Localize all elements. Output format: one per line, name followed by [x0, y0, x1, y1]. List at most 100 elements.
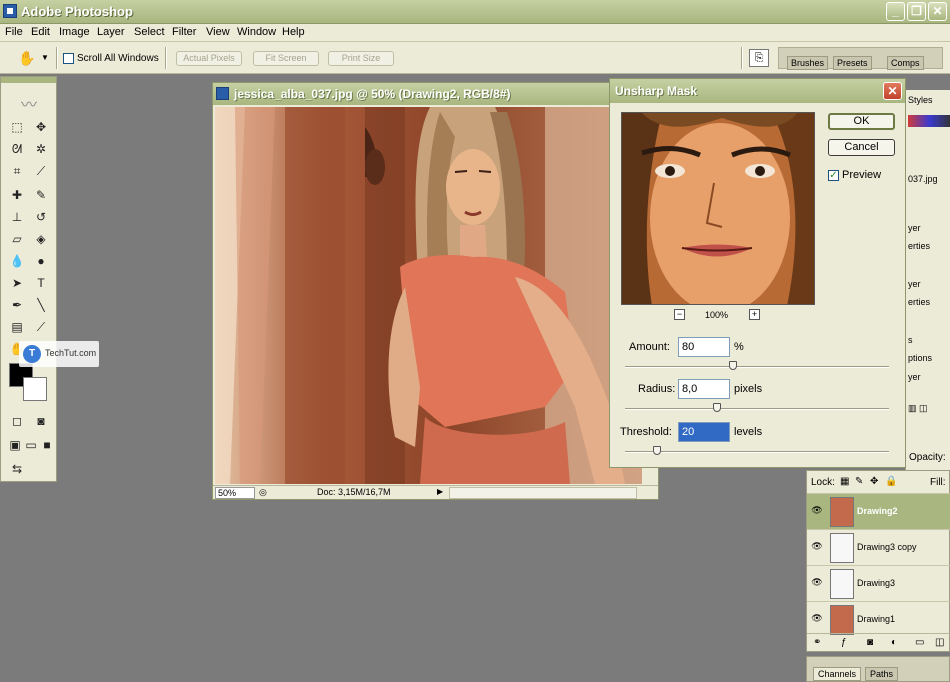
type-tool-icon[interactable]: T [31, 273, 51, 293]
paint-bucket-icon[interactable]: ◈ [31, 229, 51, 249]
menu-filter[interactable]: Filter [172, 26, 196, 38]
magic-wand-tool-icon[interactable]: ✲ [31, 139, 51, 159]
menu-window[interactable]: Window [237, 26, 276, 38]
tool-preset-dropdown-icon[interactable]: ▼ [41, 53, 49, 62]
history-brush-icon[interactable]: ↺ [31, 207, 51, 227]
status-arrow-icon[interactable]: ▶ [437, 487, 443, 496]
radius-input[interactable] [678, 379, 730, 399]
document-title-bar[interactable]: jessica_alba_037.jpg @ 50% (Drawing2, RG… [213, 83, 658, 105]
radius-slider-track[interactable] [625, 408, 889, 410]
lock-position-icon[interactable]: ✥ [870, 476, 878, 487]
zoom-out-button[interactable]: − [674, 309, 685, 320]
layer-row[interactable]: 👁 Drawing3 copy [807, 529, 950, 565]
menu-select[interactable]: Select [134, 26, 165, 38]
restore-button[interactable]: ❐ [907, 2, 926, 21]
menu-image[interactable]: Image [59, 26, 90, 38]
eraser-tool-icon[interactable]: ▱ [7, 229, 27, 249]
paths-tab[interactable]: Paths [865, 667, 899, 681]
actual-pixels-button[interactable]: Actual Pixels [176, 51, 242, 66]
status-menu-icon[interactable]: ◎ [259, 487, 267, 498]
amount-input[interactable] [678, 337, 730, 357]
screen-mode-fullscreen-icon[interactable]: ■ [37, 435, 57, 455]
brush-tool-icon[interactable]: ✎ [31, 185, 51, 205]
threshold-input[interactable] [678, 422, 730, 442]
layer-row[interactable]: 👁 Drawing1 [807, 601, 950, 637]
blur-tool-icon[interactable]: 💧 [7, 251, 27, 271]
visibility-eye-icon[interactable]: 👁 [810, 577, 824, 589]
history-item[interactable]: yer [908, 279, 921, 289]
lock-all-icon[interactable]: 🔒 [885, 476, 897, 487]
history-item[interactable]: yer [908, 223, 921, 233]
clone-stamp-icon[interactable]: ⊥ [7, 207, 27, 227]
pen-tool-icon[interactable]: ✒ [7, 295, 27, 315]
fit-screen-button[interactable]: Fit Screen [253, 51, 319, 66]
presets-tab[interactable]: Presets [833, 56, 872, 70]
slice-tool-icon[interactable]: ⟋ [31, 161, 51, 181]
preview-checkbox[interactable]: ✓ [828, 170, 839, 181]
zoom-level-field[interactable]: 50% [215, 487, 255, 499]
toolbox-grip[interactable] [1, 77, 56, 83]
adjustment-layer-icon[interactable]: ◐ [891, 637, 897, 648]
print-size-button[interactable]: Print Size [328, 51, 394, 66]
healing-brush-icon[interactable]: ✚ [7, 185, 27, 205]
amount-slider-track[interactable] [625, 366, 889, 368]
history-item[interactable]: s [908, 335, 913, 345]
notes-tool-icon[interactable]: ▤ [7, 317, 27, 337]
dialog-close-button[interactable]: ✕ [883, 82, 902, 100]
history-item[interactable]: 037.jpg [908, 174, 938, 184]
threshold-slider-thumb[interactable] [652, 446, 661, 455]
layer-style-icon[interactable]: ƒ [841, 637, 847, 648]
comps-tab[interactable]: Comps [887, 56, 924, 70]
dodge-tool-icon[interactable]: ● [31, 251, 51, 271]
radius-slider-thumb[interactable] [713, 403, 722, 412]
zoom-in-button[interactable]: + [749, 309, 760, 320]
menu-edit[interactable]: Edit [31, 26, 50, 38]
palette-dock-icon[interactable]: ⎘ [749, 49, 769, 67]
move-tool-icon[interactable]: ✥ [31, 117, 51, 137]
visibility-eye-icon[interactable]: 👁 [810, 505, 824, 517]
layer-row[interactable]: 👁 Drawing3 [807, 565, 950, 601]
ok-button[interactable]: OK [828, 113, 895, 130]
dialog-title-bar[interactable]: Unsharp Mask ✕ [610, 79, 905, 103]
history-footer-icons[interactable]: ▥ ◫ [908, 403, 928, 414]
line-tool-icon[interactable]: ╲ [31, 295, 51, 315]
standard-mode-icon[interactable]: ◻ [7, 411, 27, 431]
history-item[interactable]: ptions [908, 353, 932, 363]
menu-help[interactable]: Help [282, 26, 305, 38]
lock-image-icon[interactable]: ✎ [855, 476, 863, 487]
menu-view[interactable]: View [206, 26, 230, 38]
new-layer-icon[interactable]: ◫ [935, 637, 944, 648]
lasso-tool-icon[interactable]: ᘛ [7, 139, 27, 159]
styles-tab[interactable]: Styles [908, 95, 933, 105]
layer-row[interactable]: 👁 Drawing2 [807, 493, 950, 529]
menu-file[interactable]: File [5, 26, 23, 38]
history-item[interactable]: yer [908, 372, 921, 382]
close-app-button[interactable]: ✕ [928, 2, 947, 21]
marquee-tool-icon[interactable]: ⬚ [7, 117, 27, 137]
lock-transparency-icon[interactable]: ▦ [840, 476, 849, 487]
background-color-swatch[interactable] [23, 377, 47, 401]
new-group-icon[interactable]: ▭ [915, 637, 924, 648]
amount-slider-thumb[interactable] [729, 361, 738, 370]
cancel-button[interactable]: Cancel [828, 139, 895, 156]
filter-preview[interactable] [621, 112, 815, 305]
image-canvas[interactable] [215, 107, 642, 484]
scroll-all-windows-checkbox[interactable] [63, 53, 74, 64]
history-item[interactable]: erties [908, 297, 930, 307]
visibility-eye-icon[interactable]: 👁 [810, 541, 824, 553]
path-selection-icon[interactable]: ➤ [7, 273, 27, 293]
history-item[interactable]: erties [908, 241, 930, 251]
crop-tool-icon[interactable]: ⌗ [7, 161, 27, 181]
add-mask-icon[interactable]: ◙ [867, 637, 873, 648]
quick-mask-mode-icon[interactable]: ◙ [31, 411, 51, 431]
threshold-slider-track[interactable] [625, 451, 889, 453]
minimize-button[interactable]: _ [886, 2, 905, 21]
horizontal-scrollbar[interactable] [449, 487, 637, 499]
visibility-eye-icon[interactable]: 👁 [810, 613, 824, 625]
channels-tab[interactable]: Channels [813, 667, 862, 681]
hand-tool-icon[interactable]: ✋ [18, 50, 35, 67]
eyedropper-tool-icon[interactable]: ⟋ [31, 317, 51, 337]
feather-logo-icon[interactable]: 〰 [5, 91, 53, 114]
jump-to-imageready-icon[interactable]: ⇆ [7, 459, 27, 479]
link-layers-icon[interactable]: ⚭ [813, 637, 821, 648]
